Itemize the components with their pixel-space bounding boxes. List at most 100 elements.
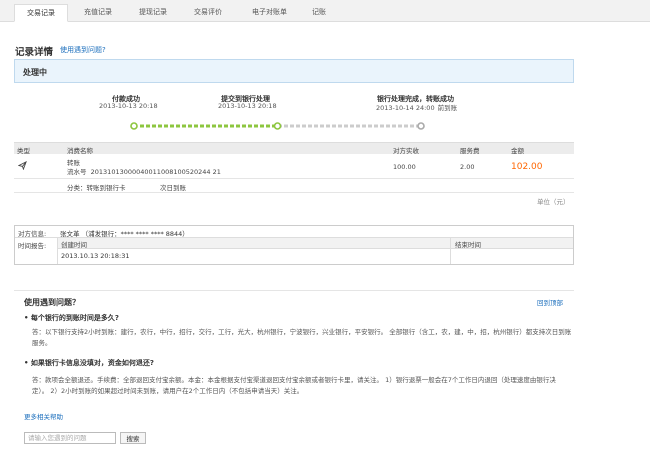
faq-answer-1: 答：以下银行支持2小时到账：建行，农行，中行，招行，交行，工行，光大，杭州银行，… [32,328,572,347]
time-table-header: 创建时间 结束时间 [58,238,573,249]
progress-segment [260,124,264,128]
unit-label: 单位（元） [537,198,570,206]
tab-transaction-reviews[interactable]: 交易评价 [182,4,234,22]
progress-segment [206,124,210,128]
tab-bookkeeping[interactable]: 记账 [300,4,338,22]
created-value: 2013.10.13 20:18:31 [61,252,130,260]
table-subrow: 分类：转账到银行卡 次日到账 [14,179,574,193]
progress-segment [338,124,342,128]
progress-segment [254,124,258,128]
row-category: 分类：转账到银行卡 [67,184,126,192]
faq-search-input[interactable] [24,432,116,444]
step-2-date: 2013-10-13 20:18 [218,102,277,110]
faq-search-button[interactable]: 搜索 [120,432,146,444]
progress-segment [290,124,294,128]
progress-step-node [273,122,282,130]
time-table-divider [450,238,451,264]
progress-segment [152,124,156,128]
progress-segment [314,124,318,128]
progress-segment [236,124,240,128]
progress-segment [368,124,372,128]
progress-segment [362,124,366,128]
row-counterparty: 100.00 [393,163,416,171]
progress-segment [284,124,288,128]
progress-segment [392,124,396,128]
serial-number: 20131013000040011008100520244 21 [90,168,221,176]
progress-segment [296,124,300,128]
progress-step-node [130,122,138,130]
counterparty-value: 张文革 （浦发银行：**** **** **** 8844） [60,230,189,238]
progress-segment [410,124,414,128]
progress-segment [230,124,234,128]
tab-recharge-records[interactable]: 充值记录 [72,4,124,22]
progress-segment [188,124,192,128]
header-amount: 金额 [511,147,524,155]
progress-segment [170,124,174,128]
faq-question-1: • 每个银行的到账时间是多久? [24,314,119,322]
progress-segment [398,124,402,128]
progress-segment [326,124,330,128]
progress-segment [164,124,168,128]
progress-segment [308,124,312,128]
progress-segment [266,124,270,128]
table-row: 转账 流水号 20131013000040011008100520244 21 … [14,155,574,179]
tab-e-statement[interactable]: 电子对账单 [240,4,299,22]
row-fee: 2.00 [460,163,475,171]
serial-label: 流水号 [67,168,87,176]
plane-transfer-icon [18,161,27,170]
faq-section: 使用遇到问题？ 回到顶部 • 每个银行的到账时间是多久? 答：以下银行支持2小时… [14,290,574,421]
row-serial: 流水号 20131013000040011008100520244 21 [67,166,221,176]
header-counterparty: 对方实收 [393,147,419,155]
step-1-date: 2013-10-13 20:18 [99,102,158,110]
faq-answer-2: 答：款项会全额退还。手续费：全部退回支付宝余额。本金：本金根据支付宝渠道退回支付… [32,376,556,395]
more-help-link[interactable]: 更多相关帮助 [24,411,63,421]
progress-segment [158,124,162,128]
header-type: 类型 [17,147,30,155]
progress-segment [302,124,306,128]
progress-segment [350,124,354,128]
progress-segment [248,124,252,128]
progress-segment [212,124,216,128]
tab-withdraw-records[interactable]: 提现记录 [127,4,179,22]
progress-segment [242,124,246,128]
progress-segment [386,124,390,128]
faq-question-2: • 如果银行卡信息没填对，资金如何退还? [24,359,154,367]
back-to-top-link[interactable]: 回到顶部 [537,297,563,307]
progress-segment [380,124,384,128]
status-bar: 处理中 [14,59,574,83]
progress-segment [194,124,198,128]
progress-segment [374,124,378,128]
time-table: 创建时间 结束时间 2013.10.13 20:18:31 [57,238,573,264]
counterparty-row: 对方信息: 张文革 （浦发银行：**** **** **** 8844） [15,226,573,238]
progress-segment [404,124,408,128]
info-box: 对方信息: 张文革 （浦发银行：**** **** **** 8844） 时间报… [14,225,574,265]
progress-segment [146,124,150,128]
row-arrival: 次日到账 [160,184,186,192]
table-header: 类型 消费名称 对方实收 服务费 金额 [14,142,574,155]
faq-title: 使用遇到问题？ [24,298,80,307]
page-title: 记录详情 [15,47,54,58]
progress-segment [182,124,186,128]
progress-segment [176,124,180,128]
progress-segment [224,124,228,128]
progress-segment [140,124,144,128]
time-label: 时间报告: [18,242,47,250]
help-link[interactable]: 使用遇到问题? [60,45,106,55]
row-amount: 102.00 [511,162,543,172]
counterparty-label: 对方信息: [18,230,47,238]
header-fee: 服务费 [460,147,480,155]
status-text: 处理中 [23,68,47,77]
tab-transaction-records[interactable]: 交易记录 [14,4,68,22]
progress-step-node [417,122,425,130]
progress-segment [218,124,222,128]
step-3-date: 2013-10-14 24:00 前到账 [376,104,458,112]
progress-segment [356,124,360,128]
record-tabs: 交易记录 充值记录 提现记录 交易评价 电子对账单 记账 [0,0,650,22]
end-header: 结束时间 [455,241,481,249]
progress-track [130,122,425,130]
created-header: 创建时间 [61,241,87,249]
progress-segment [200,124,204,128]
progress-segment [320,124,324,128]
progress-segment [344,124,348,128]
header-name: 消费名称 [67,147,93,155]
